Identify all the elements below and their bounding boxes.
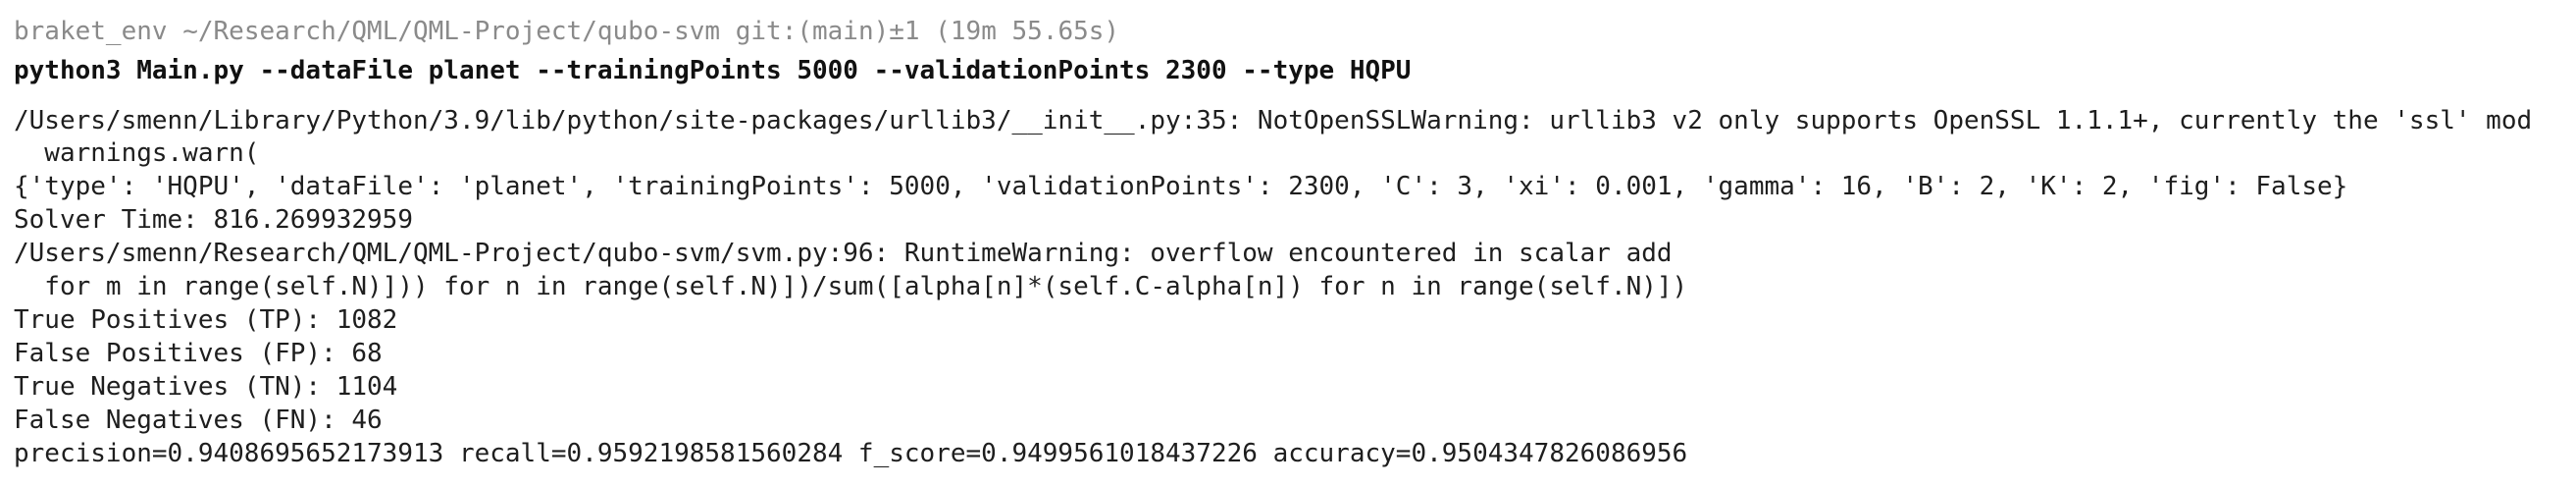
output-line: warnings.warn( [14,138,260,168]
prompt-path: ~/Research/QML/QML-Project/qubo-svm [182,17,721,46]
output-line: precision=0.9408695652173913 recall=0.95… [14,439,1688,468]
prompt-duration: (19m 55.65s) [935,17,1120,46]
prompt-env: braket_env [14,17,168,46]
output-line: /Users/smenn/Library/Python/3.9/lib/pyth… [14,106,2533,135]
output-line: True Positives (TP): 1082 [14,305,398,335]
output-line: for m in range(self.N)])) for n in range… [14,272,1688,301]
command-line: python3 Main.py --dataFile planet --trai… [14,56,1412,85]
output-line: {'type': 'HQPU', 'dataFile': 'planet', '… [14,172,2348,201]
prompt-git-status: git:(main)±1 [735,17,920,46]
output-line: /Users/smenn/Research/QML/QML-Project/qu… [14,239,1673,268]
shell-prompt: braket_env ~/Research/QML/QML-Project/qu… [14,15,1119,48]
terminal-window[interactable]: braket_env ~/Research/QML/QML-Project/qu… [0,0,2576,487]
output-line: Solver Time: 816.269932959 [14,205,413,235]
output-line: False Positives (FP): 68 [14,339,383,368]
output-line: True Negatives (TN): 1104 [14,372,398,402]
output-line: False Negatives (FN): 46 [14,406,383,435]
